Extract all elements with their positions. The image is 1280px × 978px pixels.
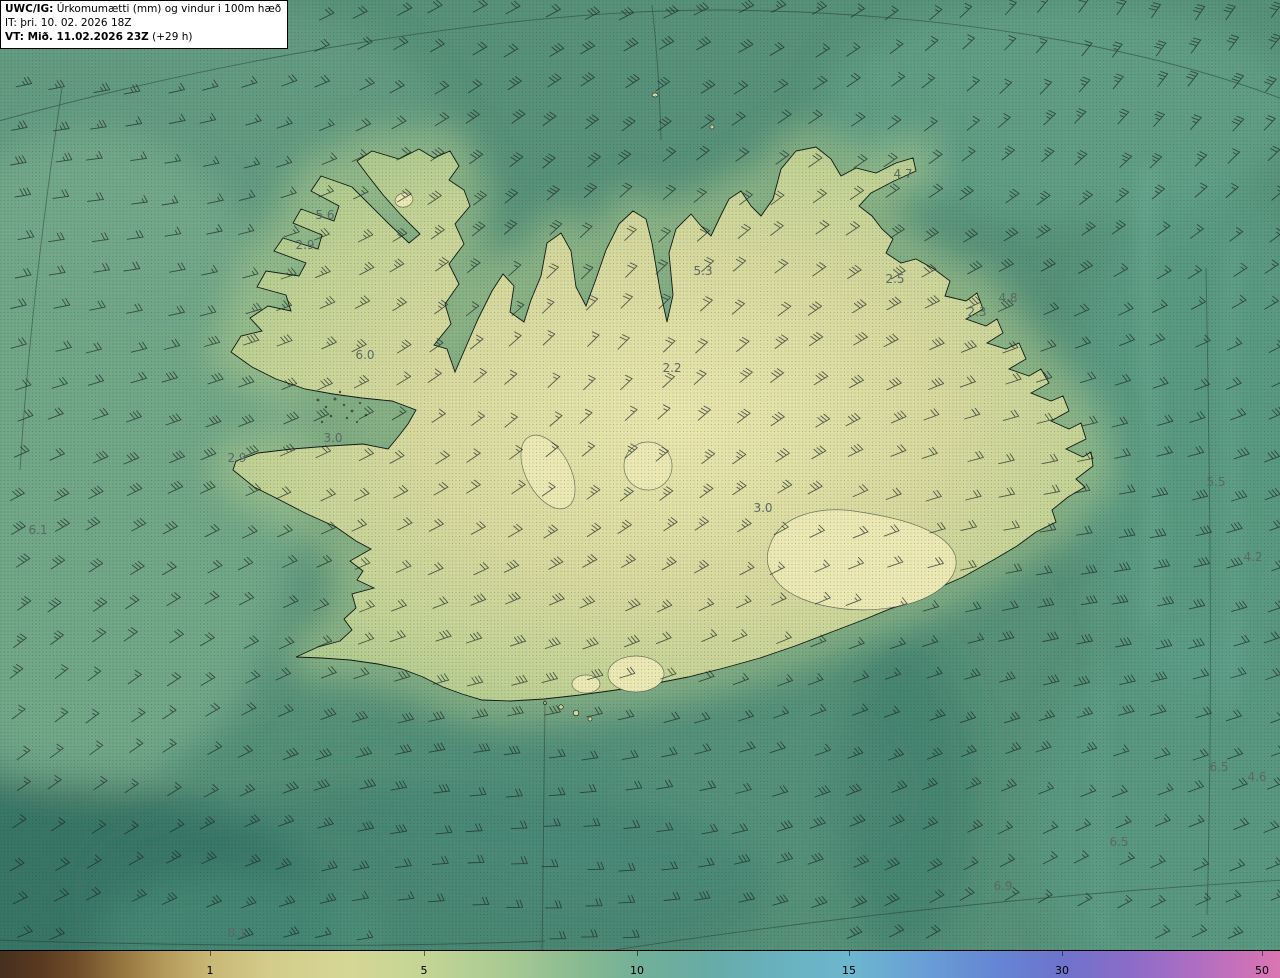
value-label: 3.0	[753, 501, 772, 515]
colorbar-tick-label: 50	[1255, 964, 1269, 977]
value-label: 3.0	[323, 431, 342, 445]
value-label: 6.1	[28, 523, 47, 537]
colorbar-tickmark	[210, 951, 211, 956]
value-label: 6.0	[355, 348, 374, 362]
colorbar-tickmark	[849, 951, 850, 956]
parameter-description: Úrkomumætti (mm) og vindur i 100m hæð	[53, 3, 282, 15]
weather-map-image: 4.7 5.6 2.9 5.3 2.5 4.8 2.3 6.0 2.2 3.0 2.9 5.5 3.0 6…	[0, 0, 1280, 978]
value-label: 4.8	[998, 291, 1017, 305]
colorbar-ticks: 1 5 10 15 30 50	[0, 951, 1280, 978]
init-time: IT: þri. 10. 02. 2026 18Z	[5, 16, 132, 29]
colorbar-tickmark	[1262, 951, 1263, 956]
colorbar-tick-label: 30	[1055, 964, 1069, 977]
valid-time: VT: Mið. 11.02.2026 23Z (+29 h)	[5, 31, 281, 45]
valid-time-bold: VT: Mið. 11.02.2026 23Z	[5, 30, 149, 43]
value-label: 2.2	[662, 361, 681, 375]
value-label: 5.3	[693, 264, 712, 278]
colorbar-tick-label: 10	[630, 964, 644, 977]
value-label: 2.3	[967, 305, 986, 319]
value-label: 2.9	[227, 451, 246, 465]
weather-map: 4.7 5.6 2.9 5.3 2.5 4.8 2.3 6.0 2.2 3.0 2.9 5.5 3.0 6…	[0, 0, 1280, 950]
value-label: 6.9	[993, 879, 1012, 893]
value-label: 8.1	[227, 926, 246, 940]
colorbar-tick-label: 5	[420, 964, 428, 977]
value-label: 4.7	[893, 167, 912, 181]
colorbar-tickmark	[424, 951, 425, 956]
value-label: 2.9	[295, 238, 314, 252]
colorbar: 1 5 10 15 30 50	[0, 950, 1280, 978]
colorbar-tickmark	[1062, 951, 1063, 956]
model-name: UWC/IG:	[5, 3, 54, 15]
colorbar-tickmark	[637, 951, 638, 956]
stipple-texture	[0, 0, 1280, 950]
colorbar-tick-label: 15	[842, 964, 856, 977]
value-label: 6.5	[1209, 760, 1228, 774]
map-title: UWC/IG: Úrkomumætti (mm) og vindur i 100…	[5, 3, 281, 17]
title-box: UWC/IG: Úrkomumætti (mm) og vindur i 100…	[0, 0, 289, 49]
value-label: 2.5	[885, 272, 904, 286]
value-label: 4.6	[1247, 770, 1266, 784]
valid-time-offset: (+29 h)	[148, 30, 193, 43]
value-label: 5.6	[315, 208, 334, 222]
value-label: 6.5	[1109, 835, 1128, 849]
colorbar-tick-label: 1	[206, 964, 214, 977]
value-label: 5.5	[1206, 475, 1225, 489]
value-label: 4.2	[1243, 550, 1262, 564]
